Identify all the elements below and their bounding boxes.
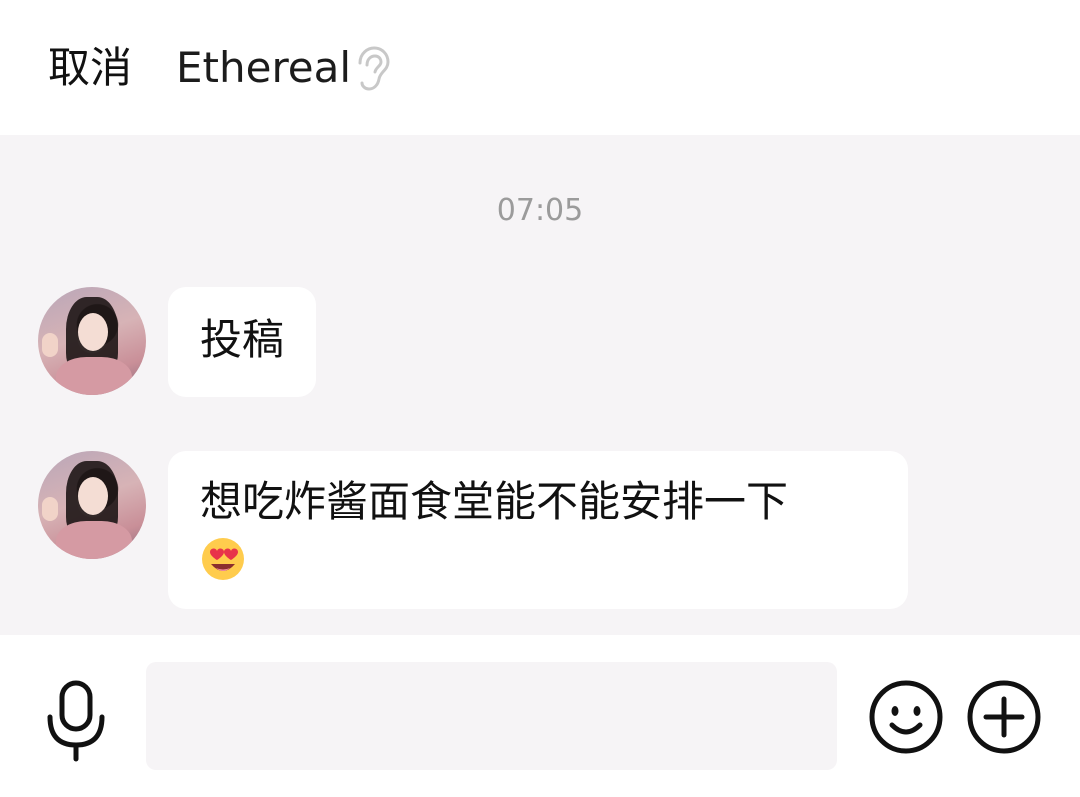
message-text: 投稿 <box>200 315 285 364</box>
avatar[interactable] <box>38 287 146 395</box>
chat-title: Ethereal <box>176 43 352 92</box>
message-timestamp: 07:05 <box>496 193 584 228</box>
plus-icon[interactable] <box>966 679 1042 755</box>
message-list[interactable]: 07:05 投稿 想吃炸酱面食堂能不能安排一下 <box>0 135 1080 635</box>
ear-icon[interactable] <box>352 45 392 93</box>
chat-header: 取消 Ethereal <box>0 0 1080 135</box>
avatar[interactable] <box>38 451 146 559</box>
message-bubble[interactable]: 想吃炸酱面食堂能不能安排一下 <box>168 451 908 609</box>
cancel-button[interactable]: 取消 <box>48 40 132 96</box>
heart-eyes-emoji-icon <box>202 537 244 580</box>
microphone-icon[interactable] <box>40 679 112 763</box>
message-input[interactable] <box>146 662 837 770</box>
message-bubble[interactable]: 投稿 <box>168 287 316 397</box>
input-bar <box>0 635 1080 797</box>
message-text: 想吃炸酱面食堂能不能安排一下 <box>200 477 789 526</box>
smiley-icon[interactable] <box>868 679 944 755</box>
